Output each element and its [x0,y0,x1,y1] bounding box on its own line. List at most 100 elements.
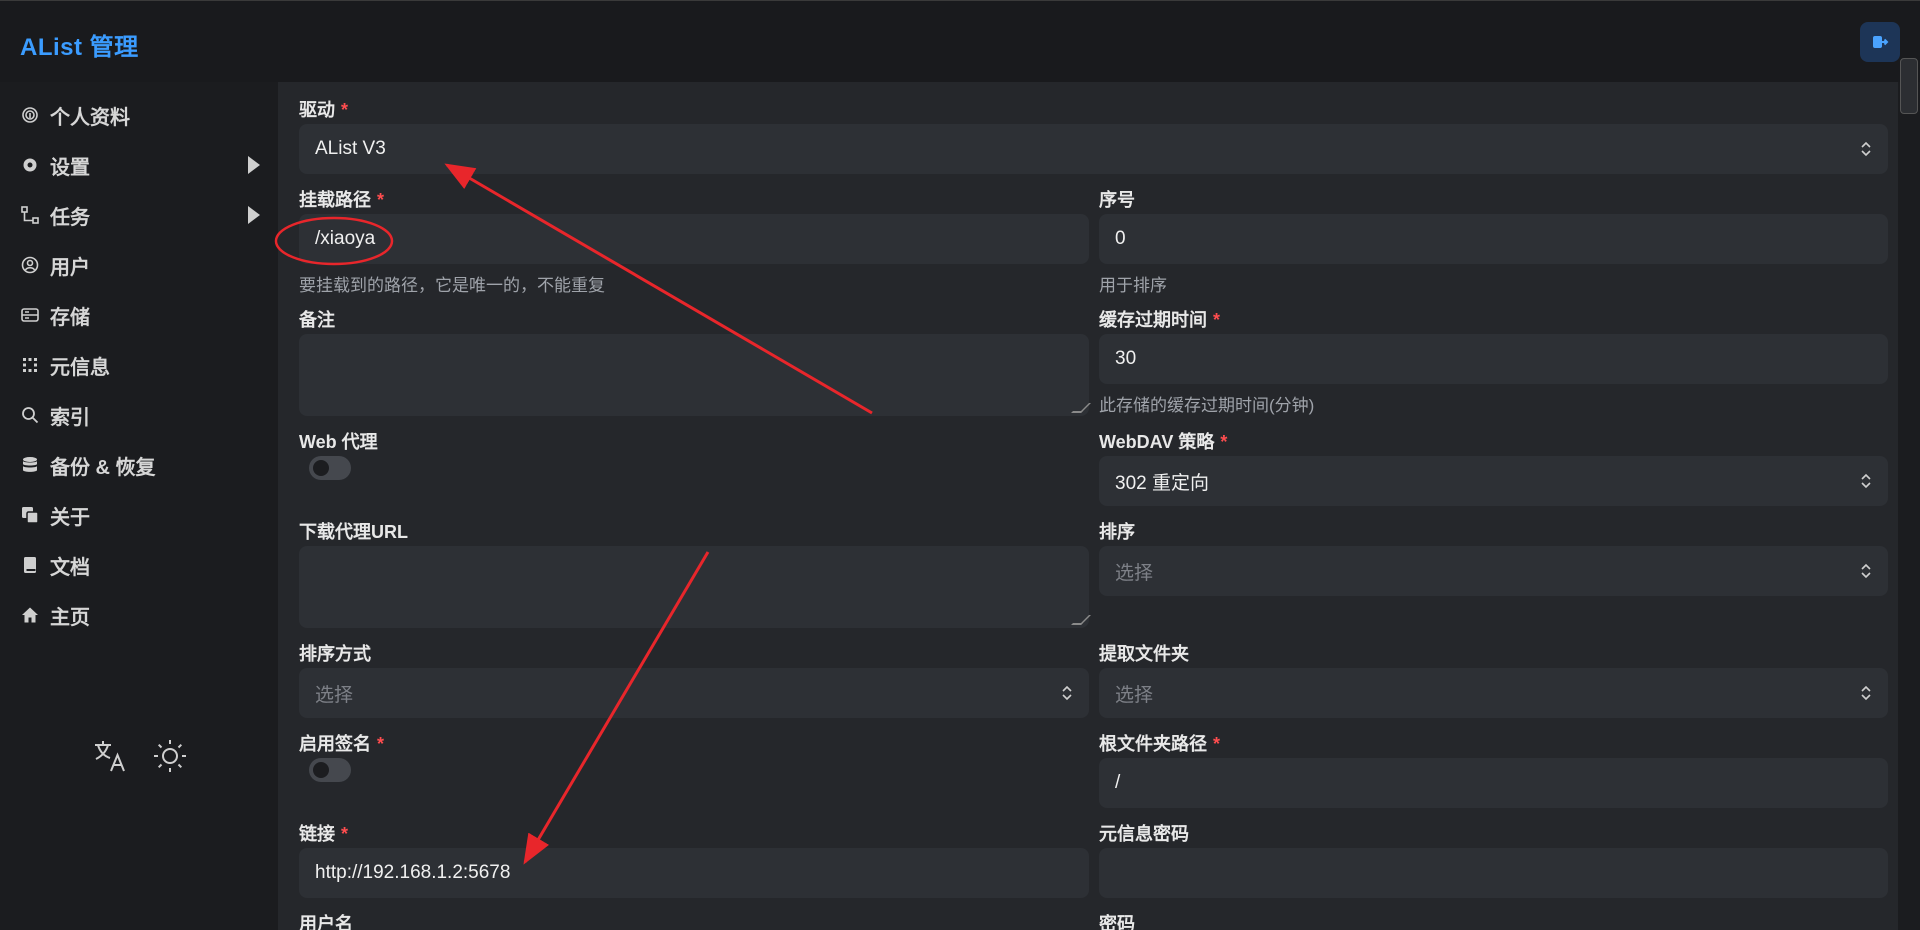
web-proxy-label: Web 代理 [299,432,378,452]
sidebar-item-label: 主页 [50,606,90,629]
scrollbar-track[interactable] [1898,82,1920,930]
root-folder-path-label: 根文件夹路径 * [1099,734,1221,754]
sidebar-item-settings[interactable]: 设置 [20,148,260,182]
remark-label: 备注 [299,310,335,330]
search-icon [20,405,40,425]
order-by-placeholder: 选择 [1115,562,1154,584]
cache-expiration-input[interactable]: 30 [1099,334,1888,384]
cache-expiration-value: 30 [1115,348,1137,369]
url-label: 链接 * [299,824,349,844]
resize-handle[interactable] [1071,615,1091,625]
resize-handle[interactable] [1071,403,1091,413]
sidebar-item-profile[interactable]: 个人资料 [20,98,260,132]
home-icon [20,605,40,625]
database-icon [20,455,40,475]
copy-icon [20,505,40,525]
chevron-updown-icon [1861,563,1871,579]
sidebar-item-label: 关于 [50,506,90,529]
storage-edit-form: 驱动 * AList V3 挂载路径 * /xiaoya 要挂载到的路径，它是唯一的… [278,82,1898,930]
toggle-knob [313,460,329,476]
cache-expiration-help: 此存储的缓存过期时间(分钟) [1099,396,1315,415]
driver-value: AList V3 [315,138,386,159]
sidebar-item-index[interactable]: 索引 [20,398,260,432]
password-label: 密码 [1099,914,1135,930]
sidebar-item-home[interactable]: 主页 [20,598,260,632]
translate-icon [95,741,125,772]
web-proxy-toggle[interactable] [309,456,351,480]
expand-arrow-icon[interactable] [248,156,260,174]
sidebar-item-docs[interactable]: 文档 [20,548,260,582]
order-direction-label: 排序方式 [299,644,371,664]
order-value: 0 [1115,228,1126,249]
order-input[interactable]: 0 [1099,214,1888,264]
sidebar-item-label: 元信息 [50,356,110,379]
meta-grid-icon [20,355,40,375]
fingerprint-icon [20,105,40,125]
scrollbar-thumb[interactable] [1900,58,1918,114]
book-icon [20,555,40,575]
sidebar-item-storage[interactable]: 存储 [20,298,260,332]
order-label: 序号 [1099,190,1135,210]
extract-folder-label: 提取文件夹 [1099,644,1189,664]
task-flow-icon [20,205,40,225]
chevron-updown-icon [1861,685,1871,701]
driver-label: 驱动 * [299,100,349,120]
gear-icon [20,155,40,175]
chevron-updown-icon [1861,141,1871,157]
order-direction-select[interactable]: 选择 [299,668,1089,718]
url-input[interactable]: http://192.168.1.2:5678 [299,848,1089,898]
sidebar-item-label: 设置 [50,156,90,179]
mount-path-label: 挂载路径 * [299,190,385,210]
down-proxy-url-textarea[interactable] [299,546,1091,628]
webdav-policy-select[interactable]: 302 重定向 [1099,456,1888,506]
sidebar-item-label: 文档 [50,556,90,579]
order-by-select[interactable]: 选择 [1099,546,1888,596]
sidebar-item-users[interactable]: 用户 [20,248,260,282]
app-title[interactable]: AList 管理 [20,27,139,62]
username-label: 用户名 [299,914,353,930]
sidebar: 个人资料 设置 任务 用户 存储 元信息 索引 备份 & 恢复 关于 文档 主页 [0,82,278,930]
enable-sign-toggle[interactable] [309,758,351,782]
sidebar-item-label: 个人资料 [50,106,130,129]
meta-password-label: 元信息密码 [1099,824,1189,844]
meta-password-input[interactable] [1099,848,1888,898]
order-help: 用于排序 [1099,276,1167,295]
sun-icon [154,740,186,772]
sidebar-item-label: 索引 [50,406,90,429]
sidebar-item-label: 任务 [50,206,90,229]
language-button[interactable] [90,736,130,776]
mount-path-value: /xiaoya [315,228,376,249]
logout-icon [1873,36,1889,48]
sidebar-item-label: 存储 [50,306,90,329]
remark-textarea[interactable] [299,334,1091,416]
mount-path-help: 要挂载到的路径，它是唯一的，不能重复 [299,276,605,295]
expand-arrow-icon[interactable] [248,206,260,224]
enable-sign-label: 启用签名 * [299,734,385,754]
toggle-knob [313,762,329,778]
order-direction-placeholder: 选择 [315,684,354,706]
sidebar-item-tasks[interactable]: 任务 [20,198,260,232]
sidebar-item-backup[interactable]: 备份 & 恢复 [20,448,260,482]
theme-toggle-button[interactable] [150,736,190,776]
chevron-updown-icon [1062,685,1072,701]
url-value: http://192.168.1.2:5678 [315,862,511,883]
cache-expiration-label: 缓存过期时间 * [1099,310,1221,330]
extract-folder-select[interactable]: 选择 [1099,668,1888,718]
logout-button[interactable] [1860,22,1900,62]
sidebar-item-label: 备份 & 恢复 [50,456,156,479]
root-folder-path-input[interactable]: / [1099,758,1888,808]
required-mark: * [341,100,349,120]
order-by-label: 排序 [1099,522,1135,542]
mount-path-input[interactable]: /xiaoya [299,214,1089,264]
sidebar-item-label: 用户 [50,256,90,279]
down-proxy-url-label: 下载代理URL [299,522,408,542]
sidebar-item-about[interactable]: 关于 [20,498,260,532]
storage-icon [20,305,40,325]
driver-select[interactable]: AList V3 [299,124,1888,174]
sidebar-item-meta[interactable]: 元信息 [20,348,260,382]
extract-folder-placeholder: 选择 [1115,684,1154,706]
webdav-policy-value: 302 重定向 [1115,472,1209,494]
chevron-updown-icon [1861,473,1871,489]
top-bar: AList 管理 [0,0,1920,82]
root-folder-path-value: / [1115,772,1121,793]
